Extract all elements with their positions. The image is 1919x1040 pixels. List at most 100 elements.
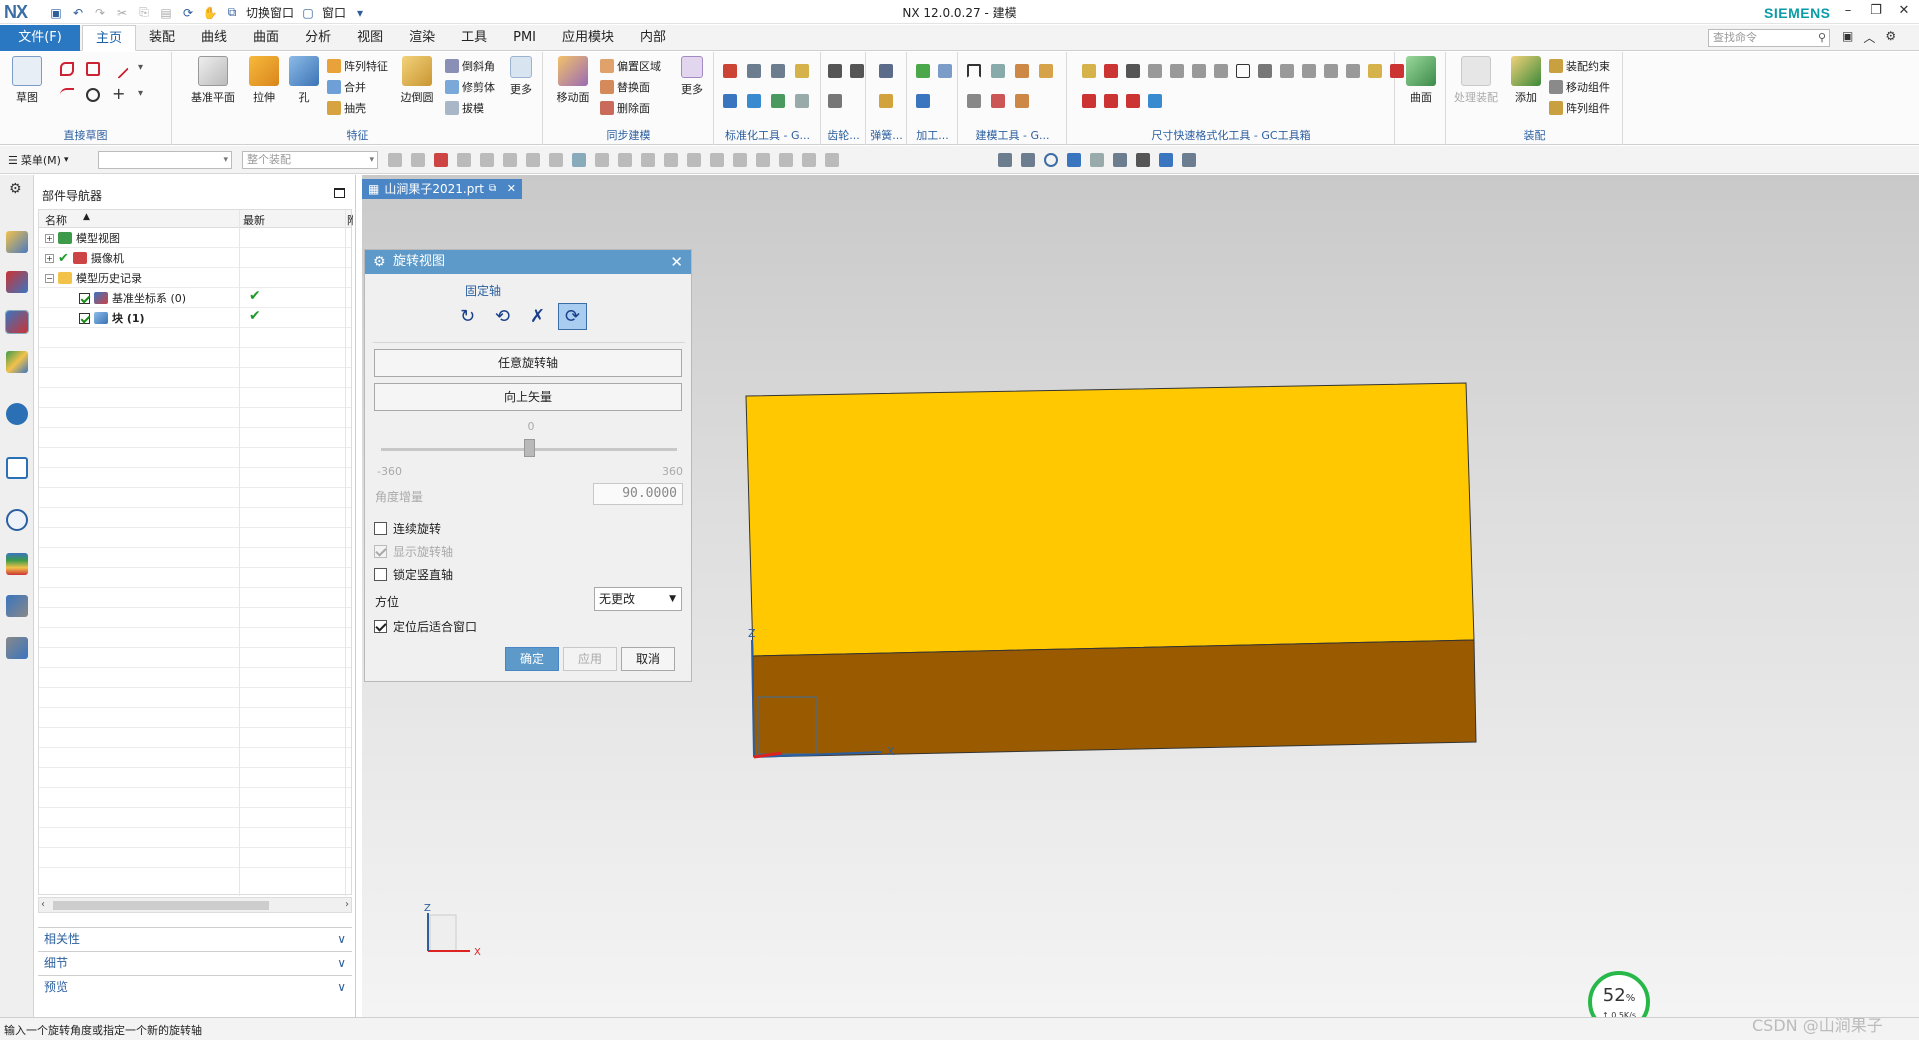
hole-button[interactable]: 孔 bbox=[283, 56, 325, 105]
gear-tool-icon[interactable] bbox=[850, 64, 864, 78]
dim-tool-icon[interactable] bbox=[1104, 94, 1118, 108]
lock-vertical-axis-checkbox[interactable]: 锁定竖直轴 bbox=[374, 566, 453, 583]
snap-icon[interactable] bbox=[549, 153, 563, 167]
tab-assembly[interactable]: 装配 bbox=[136, 25, 188, 51]
snap-icon[interactable] bbox=[618, 153, 632, 167]
move-component-button[interactable]: 移动组件 bbox=[1549, 79, 1610, 95]
orient-view-icon[interactable] bbox=[1113, 153, 1127, 167]
snap-icon[interactable] bbox=[503, 153, 517, 167]
modeling-tool-icon[interactable] bbox=[967, 64, 981, 78]
scrollbar-thumb[interactable] bbox=[53, 901, 269, 910]
std-tool-icon[interactable] bbox=[795, 64, 809, 78]
sketch-gallery-icon[interactable]: ▾ bbox=[138, 88, 152, 102]
filter-icon[interactable] bbox=[411, 153, 425, 167]
spring-tool-icon[interactable] bbox=[879, 94, 893, 108]
tab-analysis[interactable]: 分析 bbox=[292, 25, 344, 51]
repeat-command-icon[interactable]: ⟳ bbox=[180, 5, 196, 21]
machining-tool-icon[interactable] bbox=[916, 64, 930, 78]
switch-window-icon[interactable]: ⧉ bbox=[224, 5, 240, 21]
fit-view-icon[interactable] bbox=[998, 153, 1012, 167]
show-rotate-axis-checkbox[interactable]: 显示旋转轴 bbox=[374, 543, 453, 560]
tree-node-block[interactable]: 块 (1) bbox=[79, 308, 145, 328]
pattern-feature-button[interactable]: 阵列特征 bbox=[327, 58, 388, 74]
type-filter-select[interactable]: ▾ bbox=[98, 151, 232, 169]
dim-tool-icon[interactable] bbox=[1104, 64, 1118, 78]
gear-tool-icon[interactable] bbox=[828, 64, 842, 78]
fit-after-orient-checkbox[interactable]: 定位后适合窗口 bbox=[374, 618, 477, 635]
sketch-button[interactable]: 草图 bbox=[6, 56, 48, 105]
apply-button[interactable]: 应用 bbox=[563, 647, 617, 671]
trim-body-button[interactable]: 修剪体 bbox=[445, 79, 495, 95]
dim-tool-icon[interactable] bbox=[1324, 64, 1338, 78]
system-materials-icon[interactable] bbox=[6, 553, 28, 575]
snap-icon[interactable] bbox=[664, 153, 678, 167]
column-header-latest[interactable]: 最新 bbox=[243, 212, 265, 228]
free-rotate-button[interactable]: ⟳ bbox=[558, 303, 587, 330]
delete-face-button[interactable]: 删除面 bbox=[600, 100, 650, 116]
machining-tool-icon[interactable] bbox=[916, 94, 930, 108]
command-search-input[interactable]: 查找命令 ⚲ bbox=[1708, 29, 1830, 47]
tab-view[interactable]: 视图 bbox=[344, 25, 396, 51]
tab-internal[interactable]: 内部 bbox=[627, 25, 679, 51]
snap-icon[interactable] bbox=[687, 153, 701, 167]
tab-home[interactable]: 主页 bbox=[82, 25, 137, 51]
assembly-navigator-icon[interactable] bbox=[6, 231, 28, 253]
dim-tool-icon[interactable] bbox=[1082, 94, 1096, 108]
section-dependencies[interactable]: 相关性 ∨ bbox=[38, 927, 352, 949]
paste-icon[interactable]: ▤ bbox=[158, 5, 174, 21]
dim-tool-icon[interactable] bbox=[1170, 64, 1184, 78]
customize-dropdown-icon[interactable]: ▾ bbox=[352, 5, 368, 21]
tab-options-icon[interactable]: ⧉ bbox=[489, 179, 496, 199]
snap-icon[interactable] bbox=[457, 153, 471, 167]
block-front-face[interactable] bbox=[752, 639, 1477, 758]
visibility-checkbox[interactable] bbox=[79, 312, 90, 324]
std-tool-icon[interactable] bbox=[795, 94, 809, 108]
move-face-button[interactable]: 移动面 bbox=[550, 56, 596, 105]
section-icon[interactable] bbox=[1182, 153, 1196, 167]
snap-icon[interactable] bbox=[710, 153, 724, 167]
std-tool-icon[interactable] bbox=[771, 64, 785, 78]
modeling-tool-icon[interactable] bbox=[1015, 64, 1029, 78]
edge-blend-button[interactable]: 边倒圆 bbox=[393, 56, 441, 105]
circle-icon[interactable] bbox=[86, 88, 100, 102]
tab-curve[interactable]: 曲线 bbox=[188, 25, 240, 51]
settings-gear-icon[interactable]: ⚙ bbox=[9, 181, 22, 197]
close-tab-icon[interactable]: ✕ bbox=[507, 179, 516, 199]
arbitrary-axis-button[interactable]: 任意旋转轴 bbox=[374, 349, 682, 377]
column-header-name[interactable]: 名称 bbox=[45, 212, 67, 228]
chamfer-button[interactable]: 倒斜角 bbox=[445, 58, 495, 74]
angle-slider-thumb[interactable] bbox=[524, 439, 535, 457]
scroll-right-icon[interactable]: › bbox=[345, 899, 349, 910]
copy-icon[interactable]: ⎘ bbox=[136, 5, 152, 21]
profile-icon[interactable] bbox=[60, 62, 74, 76]
manufacturing-wizards-icon[interactable] bbox=[6, 637, 28, 659]
assembly-constraint-button[interactable]: 装配约束 bbox=[1549, 58, 1610, 74]
dim-tool-icon[interactable] bbox=[1280, 64, 1294, 78]
dim-tool-icon[interactable] bbox=[1302, 64, 1316, 78]
std-tool-icon[interactable] bbox=[747, 64, 761, 78]
rotate-about-y-button[interactable]: ⟲ bbox=[488, 303, 517, 330]
tab-applications[interactable]: 应用模块 bbox=[549, 25, 627, 51]
display-icon[interactable] bbox=[1159, 153, 1173, 167]
dim-tool-icon[interactable] bbox=[1346, 64, 1360, 78]
dim-tool-icon[interactable] bbox=[1082, 64, 1096, 78]
tree-node-cameras[interactable]: + ✔ 摄像机 bbox=[45, 248, 124, 268]
collapse-icon[interactable]: − bbox=[45, 273, 54, 283]
selection-scope-select[interactable]: 整个装配 ▾ bbox=[242, 151, 378, 169]
dim-tool-icon[interactable] bbox=[1258, 64, 1272, 78]
add-component-button[interactable]: 添加 bbox=[1505, 56, 1547, 105]
maximize-icon[interactable] bbox=[334, 188, 345, 198]
redo-icon[interactable]: ↷ bbox=[92, 5, 108, 21]
snap-icon[interactable] bbox=[641, 153, 655, 167]
undo-icon[interactable]: ↶ bbox=[70, 5, 86, 21]
up-vector-button[interactable]: 向上矢量 bbox=[374, 383, 682, 411]
rotate-about-z-button[interactable]: ✗ bbox=[523, 303, 552, 330]
tab-pmi[interactable]: PMI bbox=[500, 25, 549, 51]
ribbon-options-icon[interactable]: ▣ bbox=[1842, 29, 1853, 46]
close-icon[interactable]: ✕ bbox=[1897, 3, 1911, 18]
dim-tool-icon[interactable] bbox=[1192, 64, 1206, 78]
tree-node-model-history[interactable]: − 模型历史记录 bbox=[45, 268, 142, 288]
gear-tool-icon[interactable] bbox=[828, 94, 842, 108]
touch-mode-icon[interactable]: ✋ bbox=[202, 5, 218, 21]
cut-icon[interactable]: ✂ bbox=[114, 5, 130, 21]
